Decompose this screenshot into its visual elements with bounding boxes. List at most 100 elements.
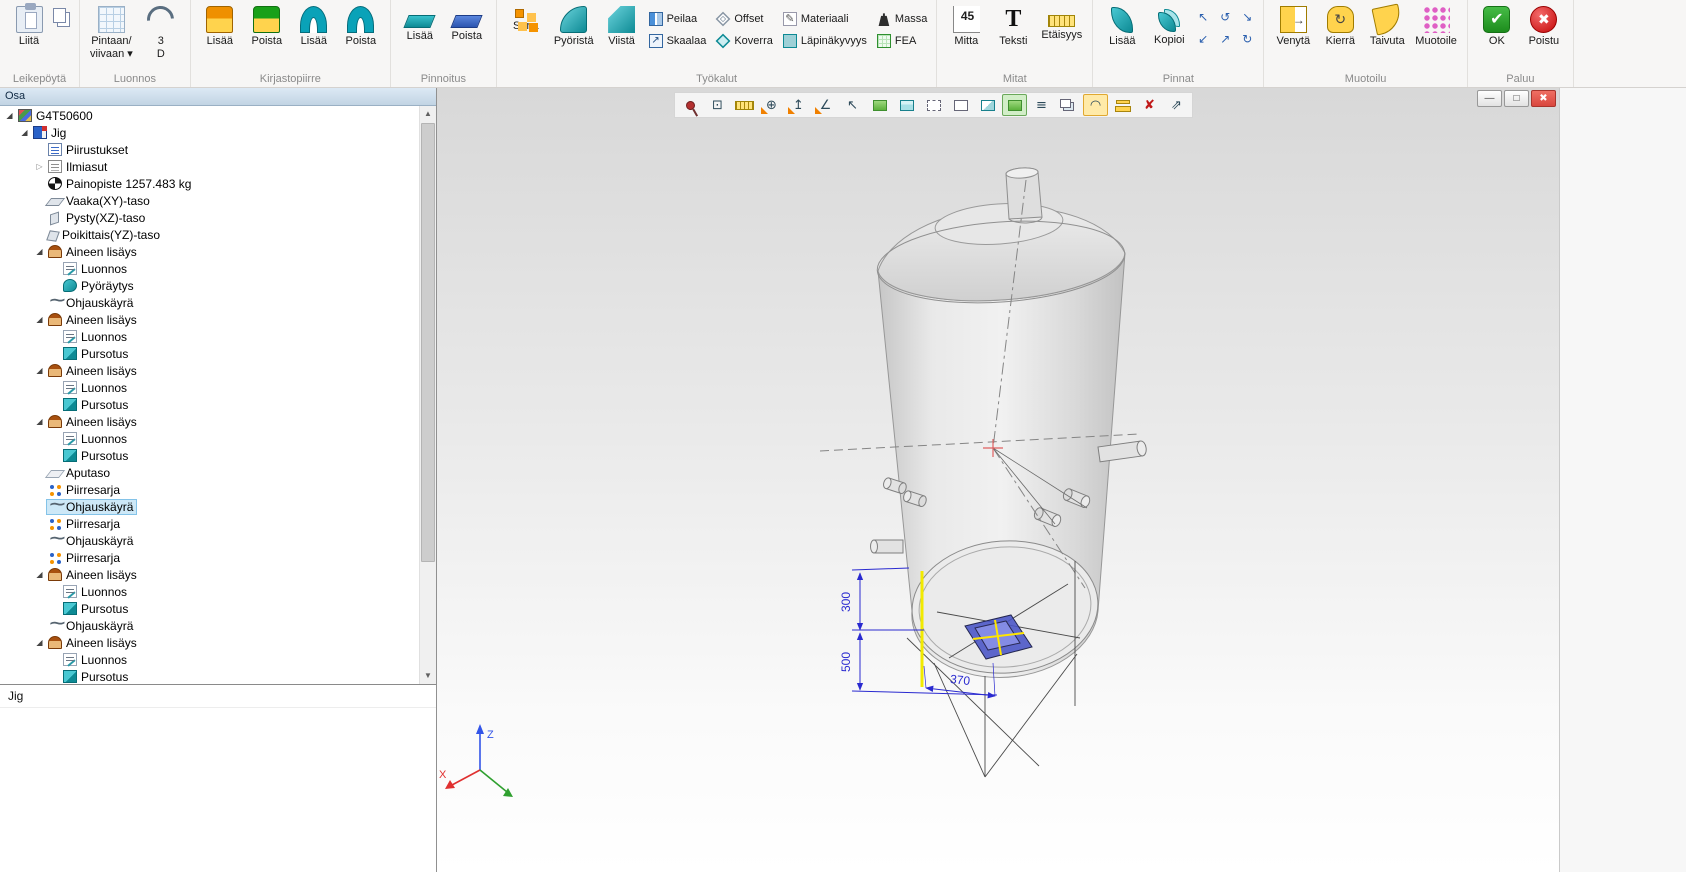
tree-item-ilmiasut[interactable]: ▷Ilmiasut bbox=[0, 158, 419, 175]
tree-item-aineen-lis-ys[interactable]: ◢Aineen lisäys bbox=[0, 311, 419, 328]
mirror-button[interactable]: Peilaa bbox=[646, 8, 710, 30]
render-mode-icon[interactable]: ◠ bbox=[1083, 94, 1108, 116]
view-solid-icon[interactable] bbox=[867, 94, 892, 116]
select-filter-icon[interactable]: ↖ bbox=[840, 94, 865, 116]
expand-arrow[interactable]: ◢ bbox=[3, 111, 16, 120]
fea-button[interactable]: FEA bbox=[874, 30, 930, 52]
scale-button[interactable]: Skaalaa bbox=[646, 30, 710, 52]
maximize-button[interactable]: □ bbox=[1504, 90, 1529, 107]
tree-item-pursotus[interactable]: Pursotus bbox=[0, 447, 419, 464]
minimize-button[interactable]: — bbox=[1477, 90, 1502, 107]
distance-button[interactable]: Etäisyys bbox=[1037, 2, 1086, 43]
paste-button[interactable]: Liitä bbox=[6, 2, 52, 49]
expand-arrow[interactable]: ◢ bbox=[18, 128, 31, 137]
twist-button[interactable]: Kierrä bbox=[1317, 2, 1363, 49]
coating-remove-button[interactable]: Poista bbox=[444, 2, 490, 44]
delete-icon[interactable]: ✘ bbox=[1137, 94, 1162, 116]
face-add-button[interactable]: Lisää bbox=[1099, 2, 1145, 49]
tree-item-pursotus[interactable]: Pursotus bbox=[0, 345, 419, 362]
tree-item-piirresarja[interactable]: Piirresarja bbox=[0, 549, 419, 566]
stretch-button[interactable]: Venytä bbox=[1270, 2, 1316, 49]
tree-item-ohjausk-yr[interactable]: Ohjauskäyrä bbox=[0, 294, 419, 311]
tree-item-pursotus[interactable]: Pursotus bbox=[0, 396, 419, 413]
tree-item-aineen-lis-ys[interactable]: ◢Aineen lisäys bbox=[0, 413, 419, 430]
view-wire-icon[interactable] bbox=[894, 94, 919, 116]
close-button[interactable]: ✖ bbox=[1531, 90, 1556, 107]
expand-arrow[interactable]: ◢ bbox=[33, 417, 46, 426]
tree-item-aineen-lis-ys[interactable]: ◢Aineen lisäys bbox=[0, 362, 419, 379]
copy-button[interactable] bbox=[53, 7, 73, 27]
tree-item-ohjausk-yr[interactable]: Ohjauskäyrä bbox=[0, 617, 419, 634]
transparency-button[interactable]: Läpinäkyvyys bbox=[780, 30, 870, 52]
vessel[interactable] bbox=[875, 167, 1128, 679]
hollow-button[interactable]: Koverra bbox=[713, 30, 776, 52]
expand-arrow[interactable]: ◢ bbox=[33, 366, 46, 375]
tree-item-luonnos[interactable]: Luonnos bbox=[0, 651, 419, 668]
snap-vertical-icon[interactable]: ↥ bbox=[786, 94, 811, 116]
expand-arrow[interactable]: ◢ bbox=[33, 638, 46, 647]
tree-item-ohjausk-yr[interactable]: Ohjauskäyrä bbox=[0, 498, 419, 515]
face-tool-5-button[interactable]: ↘ bbox=[1237, 7, 1257, 27]
ok-button[interactable]: OK bbox=[1474, 2, 1520, 49]
face-tool-4-button[interactable]: ↗ bbox=[1215, 29, 1235, 49]
select-body-icon[interactable] bbox=[1002, 94, 1027, 116]
library-add-2-button[interactable]: Lisää bbox=[291, 2, 337, 49]
tree-item-luonnos[interactable]: Luonnos bbox=[0, 430, 419, 447]
exit-button[interactable]: Poistu bbox=[1521, 2, 1567, 49]
fillet-button[interactable]: Pyöristä bbox=[550, 2, 598, 49]
measure-box-icon[interactable]: ⊡ bbox=[705, 94, 730, 116]
tree-item-aputaso[interactable]: Aputaso bbox=[0, 464, 419, 481]
tree-scrollbar[interactable]: ▲ ▼ bbox=[419, 106, 436, 684]
dimension-button[interactable]: Mitta bbox=[943, 2, 989, 49]
offset-button[interactable]: Offset bbox=[713, 8, 776, 30]
tree-item-aineen-lis-ys[interactable]: ◢Aineen lisäys bbox=[0, 634, 419, 651]
scene-3d[interactable]: 300 500 370 Z X bbox=[437, 118, 1560, 872]
expand-arrow[interactable]: ◢ bbox=[33, 247, 46, 256]
library-add-button[interactable]: Lisää bbox=[197, 2, 243, 49]
material-button[interactable]: Materiaali bbox=[780, 8, 870, 30]
library-remove-2-button[interactable]: Poista bbox=[338, 2, 384, 49]
tree-item-piirustukset[interactable]: Piirustukset bbox=[0, 141, 419, 158]
text-button[interactable]: Teksti bbox=[990, 2, 1036, 49]
tree-item-poikittais-yz-taso[interactable]: Poikittais(YZ)-taso bbox=[0, 226, 419, 243]
face-copy-button[interactable]: Kopioi bbox=[1146, 2, 1192, 48]
ruler-icon[interactable] bbox=[732, 94, 757, 116]
scroll-up-arrow[interactable]: ▲ bbox=[420, 106, 436, 122]
view-front-icon[interactable] bbox=[948, 94, 973, 116]
tree-item-jig[interactable]: ◢Jig bbox=[0, 124, 419, 141]
face-tool-1-button[interactable]: ↖ bbox=[1193, 7, 1213, 27]
library-remove-button[interactable]: Poista bbox=[244, 2, 290, 49]
tree-item-vaaka-xy-taso[interactable]: Vaaka(XY)-taso bbox=[0, 192, 419, 209]
snap-angle-icon[interactable]: ∠ bbox=[813, 94, 838, 116]
sketch-on-face-button[interactable]: Pintaan/ viivaan ▾ bbox=[86, 2, 137, 61]
chamfer-button[interactable]: Viistä bbox=[599, 2, 645, 49]
scroll-down-arrow[interactable]: ▼ bbox=[420, 668, 436, 684]
coating-add-button[interactable]: Lisää bbox=[397, 2, 443, 44]
expand-arrow[interactable]: ▷ bbox=[33, 162, 46, 171]
tree-item-ohjausk-yr[interactable]: Ohjauskäyrä bbox=[0, 532, 419, 549]
tree-item-luonnos[interactable]: Luonnos bbox=[0, 260, 419, 277]
view-shaded-icon[interactable] bbox=[975, 94, 1000, 116]
face-tool-6-button[interactable]: ↻ bbox=[1237, 29, 1257, 49]
scrollbar-thumb[interactable] bbox=[421, 123, 435, 562]
tree-item-luonnos[interactable]: Luonnos bbox=[0, 328, 419, 345]
pin-icon[interactable] bbox=[678, 94, 703, 116]
shape-button[interactable]: Muotoile bbox=[1411, 2, 1461, 49]
series-button[interactable]: Sarja bbox=[503, 2, 549, 34]
tree-item-pysty-xz-taso[interactable]: Pysty(XZ)-taso bbox=[0, 209, 419, 226]
tree-item-g4t50600[interactable]: ◢G4T50600 bbox=[0, 107, 419, 124]
face-tool-3-button[interactable]: ↺ bbox=[1215, 7, 1235, 27]
copy-view-icon[interactable] bbox=[1056, 94, 1081, 116]
bend-button[interactable]: Taivuta bbox=[1364, 2, 1410, 49]
work-planes-icon[interactable] bbox=[1110, 94, 1135, 116]
tree-item-pursotus[interactable]: Pursotus bbox=[0, 668, 419, 684]
mass-button[interactable]: Massa bbox=[874, 8, 930, 30]
tree-item-luonnos[interactable]: Luonnos bbox=[0, 583, 419, 600]
expand-arrow[interactable]: ◢ bbox=[33, 315, 46, 324]
tree-item-painopiste-1257-483-kg[interactable]: Painopiste 1257.483 kg bbox=[0, 175, 419, 192]
snap-center-icon[interactable]: ⊕ bbox=[759, 94, 784, 116]
view-hidden-icon[interactable] bbox=[921, 94, 946, 116]
export-view-icon[interactable]: ⇗ bbox=[1164, 94, 1189, 116]
tree-item-aineen-lis-ys[interactable]: ◢Aineen lisäys bbox=[0, 243, 419, 260]
tree-item-luonnos[interactable]: Luonnos bbox=[0, 379, 419, 396]
